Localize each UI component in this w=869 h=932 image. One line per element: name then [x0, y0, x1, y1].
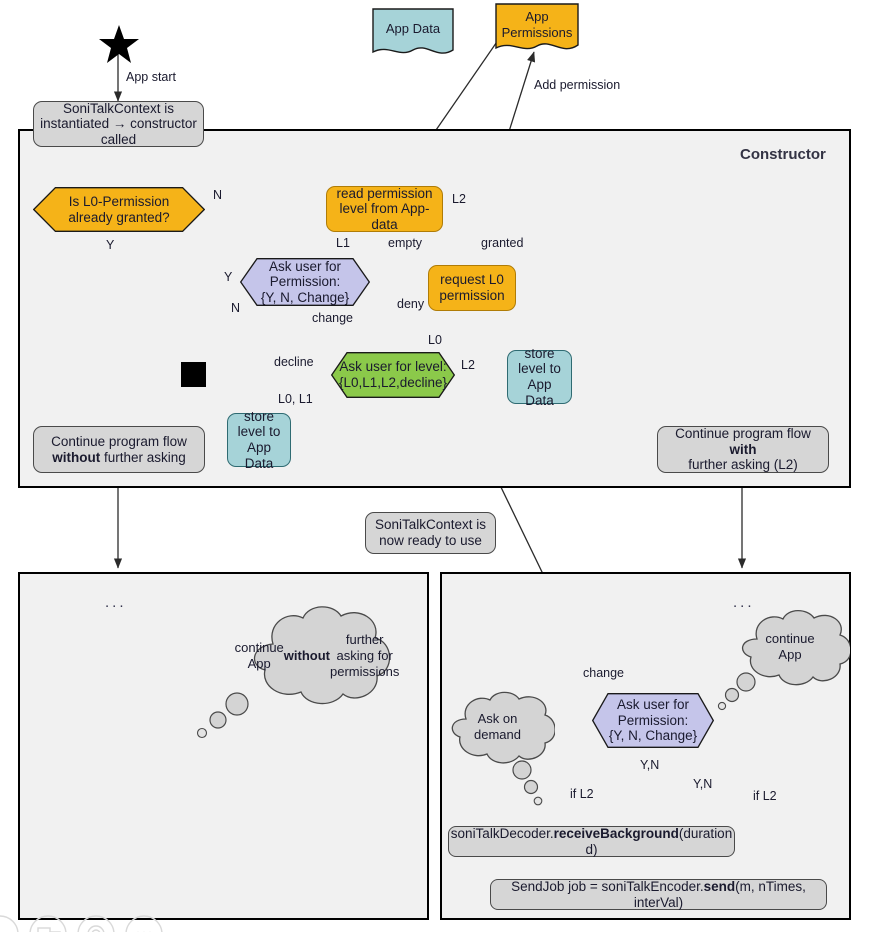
left-panel-ellipsis: ...	[105, 594, 127, 611]
start-star-icon	[98, 24, 140, 64]
cloud-continue-without-asking-label: continue App without further asking for per…	[234, 631, 400, 680]
app-permissions-label: App Permissions	[501, 9, 573, 40]
edge-label-deny: deny	[397, 297, 425, 311]
send-job-call-box: SendJob job = soniTalkEncoder.send(m, nT…	[490, 879, 827, 910]
receive-background-call-label: soniTalkDecoder.receiveBackground(durati…	[450, 825, 733, 857]
cloud-tail-bubbles-ask	[512, 760, 543, 806]
context-ready-box: SoniTalkContext is now ready to use	[365, 512, 496, 554]
edge-label-change-ctor: change	[312, 311, 354, 325]
bold-with: with	[729, 441, 757, 457]
app-permissions-store: App Permissions	[495, 3, 579, 55]
edge-label-granted: granted	[481, 236, 524, 250]
edge-label-n-perm: N	[231, 301, 241, 315]
context-instantiated-box: SoniTalkContext is instantiated → constr…	[33, 101, 204, 147]
receive-background-call-box: soniTalkDecoder.receiveBackground(durati…	[448, 826, 735, 857]
edge-label-change-runtime: change	[583, 666, 625, 680]
constructor-panel-title: Constructor	[740, 146, 826, 163]
diagram-canvas: Constructor ... ... App Data App Permiss…	[0, 0, 869, 932]
app-data-store: App Data	[372, 8, 454, 58]
continue-with-asking-label: Continue program flow with further asking…	[675, 426, 811, 473]
edge-label-y-branch: Y	[106, 238, 115, 252]
edge-label-yn-diag: Y,N	[693, 777, 713, 791]
bold-without: without	[52, 449, 101, 465]
bold-without-2: without	[283, 647, 331, 663]
read-permission-level-box: read permission level from App- data	[326, 186, 443, 232]
ask-user-permission-label-ctor: Ask user for Permission: {Y, N, Change}	[260, 258, 350, 305]
edge-label-empty: empty	[388, 236, 423, 250]
edge-label-n-branch: N	[213, 188, 223, 202]
taskbar-faint-icons	[0, 915, 163, 932]
send-job-call-label: SendJob job = soniTalkEncoder.send(m, nT…	[511, 878, 806, 910]
ask-user-permission-decision-runtime: Ask user for Permission: {Y, N, Change}	[592, 693, 714, 748]
edge-label-l2-top: L2	[452, 192, 466, 206]
is-l0-permission-granted-label: Is L0-Permission already granted?	[68, 193, 170, 225]
edge-label-add-permission: Add permission	[534, 78, 621, 92]
app-data-label: App Data	[385, 20, 441, 36]
request-l0-permission-box: request L0 permission	[428, 265, 516, 311]
store-level-right-box: store level to App Data	[507, 346, 572, 408]
edge-label-app-start: App start	[126, 70, 177, 84]
edge-label-l0-l1: L0, L1	[278, 392, 313, 406]
bold-send: send	[703, 878, 736, 894]
continue-without-asking-box: Continue program flow without further ask…	[33, 426, 205, 473]
store-level-left-box: store level to App Data	[227, 409, 291, 471]
edge-label-y-perm: Y	[224, 270, 233, 284]
continue-with-asking-box: Continue program flow with further asking…	[657, 426, 829, 473]
continue-without-asking-label: Continue program flow without further ask…	[51, 433, 187, 465]
bold-receivebackground: receiveBackground	[553, 825, 679, 841]
store-level-left-label: store level to App Data	[237, 408, 281, 471]
edge-label-l1: L1	[336, 236, 350, 250]
edge-label-if-l2-right: if L2	[753, 789, 777, 803]
cloud-continue-app-label: continue App	[765, 630, 815, 662]
cloud-ask-on-demand-label: Ask on demand	[474, 710, 521, 742]
is-l0-permission-granted-decision: Is L0-Permission already granted?	[33, 187, 205, 232]
cloud-continue-without-asking: continue App without further asking for per…	[233, 600, 401, 712]
context-instantiated-label: SoniTalkContext is instantiated → constr…	[40, 100, 197, 147]
cloud-continue-app: continue App	[730, 606, 852, 688]
cloud-ask-on-demand: Ask on demand	[440, 688, 556, 766]
edge-label-l2-right: L2	[461, 358, 475, 372]
ask-user-permission-label-runtime: Ask user for Permission: {Y, N, Change}	[608, 697, 698, 744]
edge-label-l0: L0	[428, 333, 442, 347]
ask-user-permission-decision-ctor: Ask user for Permission: {Y, N, Change}	[240, 258, 370, 306]
context-ready-label: SoniTalkContext is now ready to use	[374, 517, 487, 548]
store-level-right-label: store level to App Data	[518, 345, 561, 408]
request-l0-permission-label: request L0 permission	[439, 272, 505, 303]
edge-label-if-l2-left: if L2	[570, 787, 594, 801]
read-permission-level-label: read permission level from App- data	[336, 185, 433, 232]
ask-user-for-level-decision: Ask user for level: {L0,L1,L2,decline}	[331, 352, 455, 398]
stop-terminator	[181, 362, 206, 387]
ask-user-for-level-label: Ask user for level: {L0,L1,L2,decline}	[338, 359, 448, 390]
edge-label-decline: decline	[274, 355, 314, 369]
edge-label-yn-down: Y,N	[640, 758, 660, 772]
